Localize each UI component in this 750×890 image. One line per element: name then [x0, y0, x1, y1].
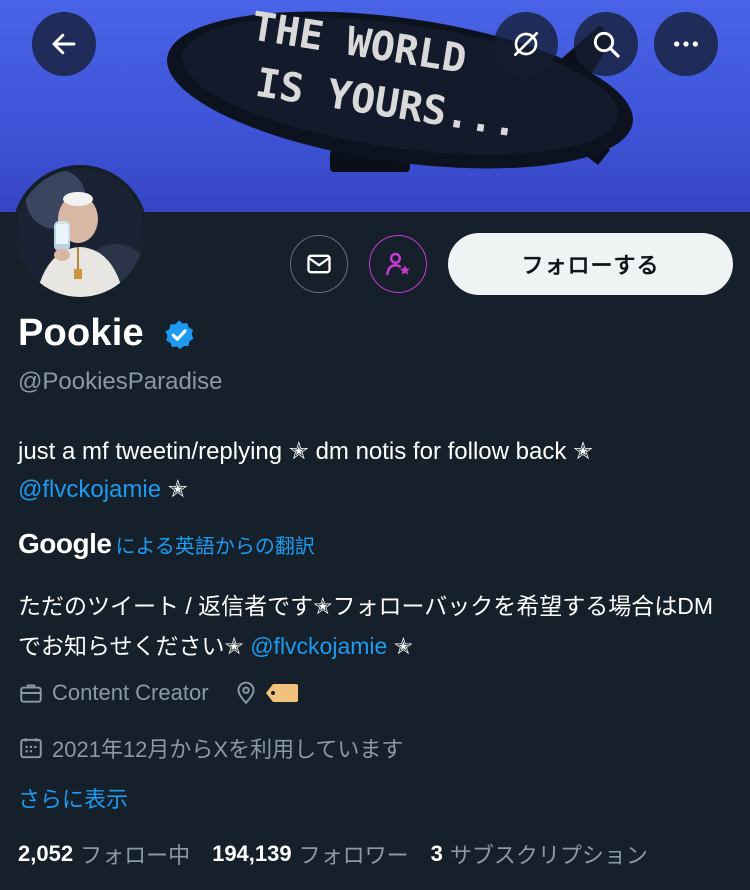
- translation-label[interactable]: による英語からの翻訳: [115, 530, 314, 559]
- translated-bio-text-end: ✭: [393, 633, 413, 659]
- search-icon: [593, 31, 620, 58]
- subscriptions-count[interactable]: 3: [431, 841, 443, 867]
- avatar-image: [16, 169, 144, 297]
- slashed-circle-icon: [514, 32, 538, 56]
- message-button[interactable]: [290, 235, 348, 293]
- bio-text: just a mf tweetin/replying ✭ dm notis fo…: [18, 438, 594, 465]
- joined-date-text: 2021年12月からXを利用しています: [52, 737, 404, 762]
- more-dots-icon: [674, 41, 698, 47]
- following-count[interactable]: 2,052: [18, 841, 73, 867]
- translated-bio: ただのツイート / 返信者です✭フォローバックを希望する場合はDMでお知らせくだ…: [18, 586, 733, 666]
- no-signal-button[interactable]: [494, 12, 558, 76]
- bio-mention-link[interactable]: @flvckojamie: [18, 476, 161, 503]
- back-button[interactable]: [32, 12, 96, 76]
- follow-button[interactable]: フォローする: [448, 233, 733, 295]
- category-label: Content Creator: [52, 680, 209, 705]
- show-more-link[interactable]: さらに表示: [18, 782, 128, 814]
- followers-count[interactable]: 194,139: [212, 841, 292, 867]
- following-label[interactable]: フォロー中: [80, 838, 190, 870]
- mail-icon: [307, 254, 331, 274]
- more-options-button[interactable]: [654, 12, 718, 76]
- translated-bio-mention-link[interactable]: @flvckojamie: [250, 633, 387, 659]
- location-pin-icon: [236, 681, 255, 705]
- followers-label[interactable]: フォロワー: [299, 838, 409, 870]
- profile-meta-joined: 2021年12月からXを利用しています: [18, 732, 403, 764]
- back-arrow-icon: [52, 33, 76, 55]
- person-star-icon: [386, 252, 410, 276]
- profile-bio: just a mf tweetin/replying ✭ dm notis fo…: [18, 433, 733, 509]
- bio-text-end: ✭: [167, 476, 188, 503]
- avatar[interactable]: [12, 165, 148, 301]
- label-tag-emoji-icon: [265, 684, 298, 702]
- profile-name: Pookie: [18, 312, 144, 354]
- search-button[interactable]: [574, 12, 638, 76]
- translation-header: Google による英語からの翻訳: [18, 528, 315, 560]
- calendar-icon: [20, 738, 42, 759]
- subscribe-button[interactable]: [369, 235, 427, 293]
- profile-meta-category: Content Creator: [18, 680, 299, 706]
- profile-handle: @PookiesParadise: [18, 368, 223, 395]
- profile-stats: 2,052 フォロー中 194,139 フォロワー 3 サブスクリプション: [18, 838, 670, 870]
- subscriptions-label[interactable]: サブスクリプション: [450, 838, 648, 870]
- google-logo: Google: [18, 528, 112, 559]
- verified-badge-icon[interactable]: [162, 318, 196, 352]
- briefcase-icon: [20, 684, 42, 703]
